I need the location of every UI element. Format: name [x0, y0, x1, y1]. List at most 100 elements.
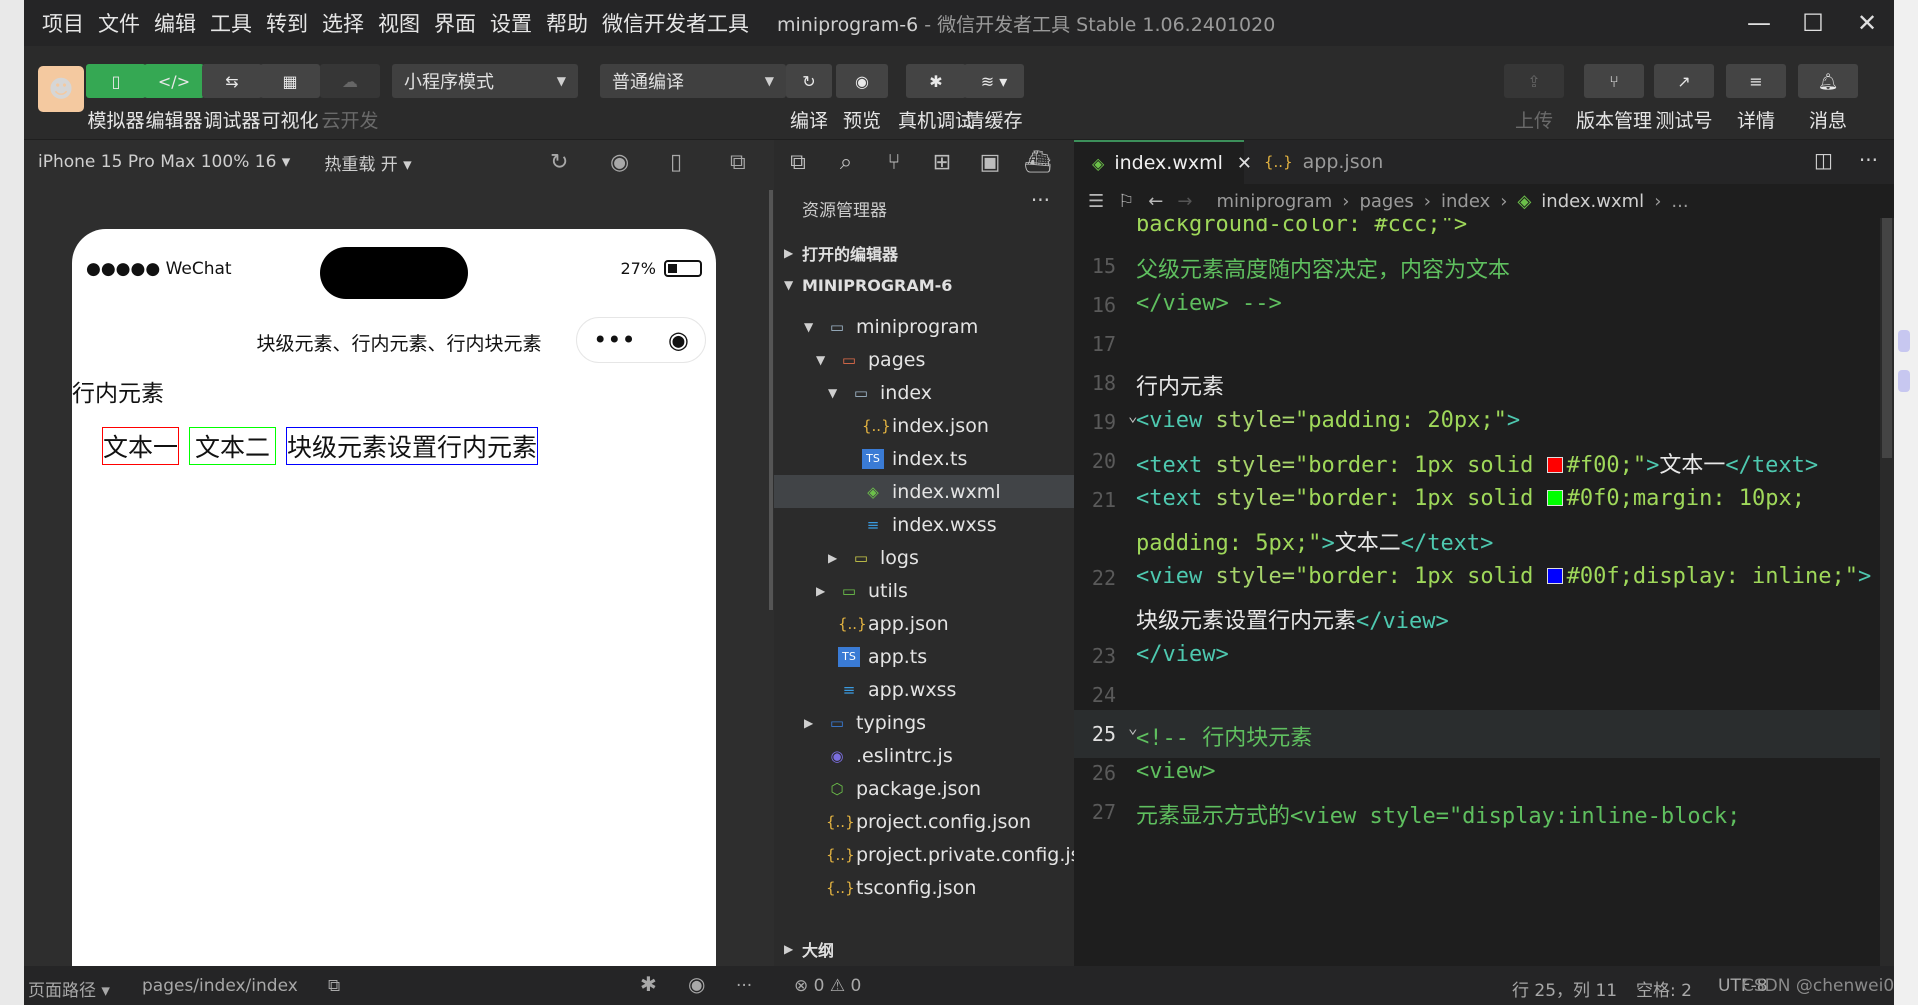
source-control-icon[interactable]: ⑂	[870, 150, 918, 175]
menu-settings[interactable]: 设置	[490, 8, 532, 38]
color-swatch-red[interactable]	[1546, 457, 1563, 473]
crumb-file[interactable]: index.wxml	[1541, 191, 1644, 212]
scrollbar-thumb[interactable]	[1882, 218, 1892, 458]
outline-section[interactable]: ▶ 大纲	[774, 934, 1074, 964]
tree-item-logs[interactable]: ▶ ▭ logs	[774, 541, 1074, 574]
visual-toggle[interactable]: ▦ 可视化	[260, 64, 320, 133]
docker-icon[interactable]: ⛴	[1014, 150, 1062, 175]
eye-icon[interactable]: ◉	[688, 972, 705, 996]
tree-item-index-wxml[interactable]: ◈ index.wxml	[774, 475, 1074, 508]
chevron-down-icon: ▼	[828, 385, 838, 400]
compile-button[interactable]: ↻ 编译	[786, 64, 832, 133]
tree-item-index-ts[interactable]: TS index.ts	[774, 442, 1074, 475]
editor-scrollbar[interactable]	[1880, 218, 1894, 966]
more-icon[interactable]: •••	[593, 326, 635, 354]
minimize-button[interactable]: —	[1732, 0, 1786, 46]
menu-file[interactable]: 文件	[98, 8, 140, 38]
real-debug-button[interactable]: ✱ 真机调试	[898, 64, 974, 133]
list-icon[interactable]: ☰	[1088, 191, 1104, 212]
preview-button[interactable]: ◉ 预览	[836, 64, 888, 133]
project-root-section[interactable]: ▼ MINIPROGRAM-6	[774, 270, 1074, 300]
save-icon[interactable]: ▣	[966, 150, 1014, 175]
device-select[interactable]: iPhone 15 Pro Max 100% 16 ▾	[38, 152, 290, 172]
crumb-root[interactable]: miniprogram	[1216, 191, 1332, 212]
phone-icon[interactable]: ▯	[670, 150, 682, 175]
editor-toggle[interactable]: </> 编辑器	[144, 64, 204, 133]
menu-interface[interactable]: 界面	[434, 8, 476, 38]
compile-select[interactable]: 普通编译 ▼	[600, 64, 786, 98]
simulator-toggle[interactable]: ▯ 模拟器	[86, 64, 146, 133]
menu-help[interactable]: 帮助	[546, 8, 588, 38]
menu-devtools[interactable]: 微信开发者工具	[602, 8, 749, 38]
back-icon[interactable]: ←	[1148, 191, 1163, 212]
line-number: 23	[1091, 644, 1116, 668]
tree-item-project-private-config[interactable]: {..} project.private.config.js...	[774, 838, 1099, 871]
menu-select[interactable]: 选择	[322, 8, 364, 38]
eslint-icon: ◉	[830, 746, 844, 765]
upload-button[interactable]: ⇪ 上传	[1504, 64, 1564, 133]
debugger-toggle[interactable]: ⇆ 调试器	[202, 64, 262, 133]
cursor-position[interactable]: 行 25，列 11	[1512, 976, 1617, 1001]
indent-setting[interactable]: 空格: 2	[1636, 976, 1692, 1001]
crumb-index[interactable]: index	[1441, 191, 1490, 212]
rotate-icon[interactable]: ↻	[550, 150, 568, 175]
color-swatch-green[interactable]	[1546, 490, 1563, 506]
tree-item-eslintrc[interactable]: ◉ .eslintrc.js	[774, 739, 1074, 772]
avatar[interactable]: ☻	[38, 66, 84, 112]
code-editor[interactable]: background-color: #ccc;"> 15 父级元素高度随内容决定…	[1074, 218, 1894, 966]
messages-button[interactable]: 🔔︎ 消息	[1798, 64, 1858, 133]
tab-index-wxml[interactable]: ◈ index.wxml ✕	[1074, 140, 1252, 184]
tree-item-package-json[interactable]: ⬡ package.json	[774, 772, 1074, 805]
tree-item-pages[interactable]: ▼ ▭ pages	[774, 343, 1074, 376]
tree-item-app-ts[interactable]: TS app.ts	[774, 640, 1074, 673]
stop-icon[interactable]: ◉	[610, 150, 629, 175]
tree-item-index-wxss[interactable]: ≡ index.wxss	[774, 508, 1074, 541]
menu-view[interactable]: 视图	[378, 8, 420, 38]
tree-item-project-config[interactable]: {..} project.config.json	[774, 805, 1074, 838]
page-path-toggle[interactable]: 页面路径 ▾	[28, 976, 110, 1001]
open-editors-section[interactable]: ▶ 打开的编辑器	[774, 238, 1074, 268]
copy-icon[interactable]: ⧉	[328, 976, 340, 996]
code-string: "padding: 20px;"	[1294, 408, 1507, 433]
problems-indicator[interactable]: ⊗ 0 ⚠ 0	[794, 976, 861, 996]
tree-item-miniprogram[interactable]: ▼ ▭ miniprogram	[774, 310, 1074, 343]
tree-item-typings[interactable]: ▶ ▭ typings	[774, 706, 1074, 739]
menu-tools[interactable]: 工具	[210, 8, 252, 38]
details-button[interactable]: ≡ 详情	[1726, 64, 1786, 133]
split-editor-icon[interactable]: ◫	[1814, 148, 1833, 172]
close-target-icon[interactable]: ◉	[668, 326, 689, 354]
menu-project[interactable]: 项目	[42, 8, 84, 38]
bookmark-icon[interactable]: ⚐	[1118, 191, 1134, 212]
tab-app-json[interactable]: {..} app.json	[1246, 140, 1406, 184]
mode-select[interactable]: 小程序模式 ▼	[392, 64, 578, 98]
more-icon[interactable]: ···	[1031, 188, 1050, 212]
tree-item-app-json[interactable]: {..} app.json	[774, 607, 1074, 640]
maximize-button[interactable]: ☐	[1786, 0, 1840, 46]
forward-icon[interactable]: →	[1177, 191, 1192, 212]
popout-icon[interactable]: ⧉	[730, 150, 746, 175]
hot-reload-toggle[interactable]: 热重载 开 ▾	[324, 150, 411, 175]
test-account-button[interactable]: ↗ 测试号	[1654, 64, 1714, 133]
extensions-icon[interactable]: ⊞	[918, 150, 966, 175]
tree-item-app-wxss[interactable]: ≡ app.wxss	[774, 673, 1074, 706]
code-text: background-color: #ccc;">	[1136, 218, 1468, 237]
cloud-toggle[interactable]: ☁ 云开发	[320, 64, 380, 133]
menu-edit[interactable]: 编辑	[154, 8, 196, 38]
close-button[interactable]: ✕	[1840, 0, 1894, 46]
more-icon[interactable]: ···	[736, 976, 752, 996]
simulator-splitter[interactable]	[769, 190, 773, 610]
crumb-tail[interactable]: ...	[1671, 191, 1688, 212]
search-icon[interactable]: ⌕	[822, 150, 870, 175]
files-icon[interactable]: ⧉	[774, 150, 822, 175]
more-actions-icon[interactable]: ···	[1859, 148, 1878, 172]
tree-item-index-folder[interactable]: ▼ ▭ index	[774, 376, 1074, 409]
menu-goto[interactable]: 转到	[266, 8, 308, 38]
tree-item-index-json[interactable]: {..} index.json	[774, 409, 1074, 442]
color-swatch-blue[interactable]	[1546, 568, 1563, 584]
tree-item-tsconfig[interactable]: {..} tsconfig.json	[774, 871, 1074, 904]
crumb-pages[interactable]: pages	[1359, 191, 1413, 212]
version-button[interactable]: ⑂ 版本管理	[1576, 64, 1652, 133]
bug-icon[interactable]: ✱	[640, 972, 657, 996]
tree-item-utils[interactable]: ▶ ▭ utils	[774, 574, 1074, 607]
clear-cache-button[interactable]: ≋ ▾ 清缓存	[964, 64, 1024, 133]
